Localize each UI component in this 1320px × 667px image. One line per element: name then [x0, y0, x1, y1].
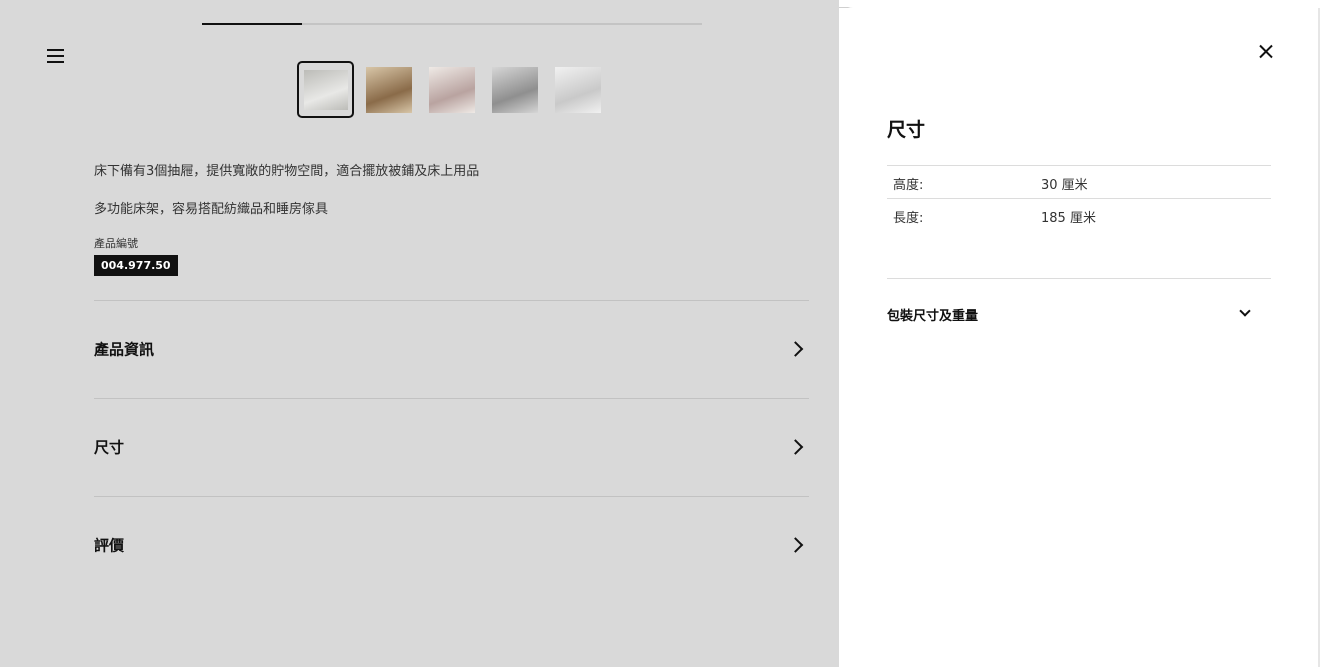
- chevron-right-icon: [787, 341, 804, 357]
- product-description-1: 床下備有3個抽屜，提供寬敞的貯物空間，適合擺放被鋪及床上用品: [94, 164, 480, 179]
- dimension-key: 長度:: [893, 211, 924, 226]
- accordion-product-info[interactable]: 產品資訊: [94, 319, 809, 379]
- dimension-value: 30 厘米: [1041, 178, 1088, 193]
- divider: [94, 496, 809, 497]
- thumbnail-4[interactable]: [492, 67, 538, 113]
- hamburger-menu-icon[interactable]: [44, 45, 68, 67]
- thumbnail-1[interactable]: [297, 61, 354, 118]
- dimension-row: 高度: 30 厘米: [887, 165, 1271, 198]
- panel-title: 尺寸: [887, 119, 926, 141]
- dimensions-side-panel: 尺寸 高度: 30 厘米 長度: 185 厘米 包裝尺寸及重量: [839, 7, 1320, 667]
- chevron-down-icon: [1239, 305, 1251, 317]
- thumbnail-image: [303, 69, 348, 110]
- accordion-dimensions[interactable]: 尺寸: [94, 417, 809, 477]
- close-icon[interactable]: [1255, 41, 1277, 63]
- package-label: 包裝尺寸及重量: [887, 309, 979, 324]
- divider: [94, 300, 809, 301]
- package-dimensions-toggle[interactable]: 包裝尺寸及重量: [887, 297, 1271, 331]
- product-page-dimmed: 床下備有3個抽屜，提供寬敞的貯物空間，適合擺放被鋪及床上用品 多功能床架，容易搭…: [0, 0, 839, 667]
- sku-label: 產品編號: [94, 237, 138, 250]
- sku-badge: 004.977.50: [94, 255, 178, 276]
- dimension-key: 高度:: [893, 178, 924, 193]
- dimension-value: 185 厘米: [1041, 211, 1096, 226]
- divider: [887, 278, 1271, 279]
- accordion-label: 產品資訊: [94, 340, 155, 359]
- product-description-2: 多功能床架，容易搭配紡織品和睡房傢具: [94, 202, 329, 217]
- accordion-label: 尺寸: [94, 438, 125, 457]
- accordion-label: 評價: [94, 536, 125, 555]
- accordion-reviews[interactable]: 評價: [94, 515, 809, 575]
- dimensions-table: 高度: 30 厘米 長度: 185 厘米: [887, 165, 1271, 231]
- thumbnail-3[interactable]: [429, 67, 475, 113]
- chevron-right-icon: [787, 537, 804, 553]
- carousel-progress-fill: [202, 23, 302, 25]
- chevron-right-icon: [787, 439, 804, 455]
- carousel-progress-track: [202, 23, 702, 25]
- thumbnail-5[interactable]: [555, 67, 601, 113]
- divider: [94, 398, 809, 399]
- dimension-row: 長度: 185 厘米: [887, 198, 1271, 231]
- thumbnail-2[interactable]: [366, 67, 412, 113]
